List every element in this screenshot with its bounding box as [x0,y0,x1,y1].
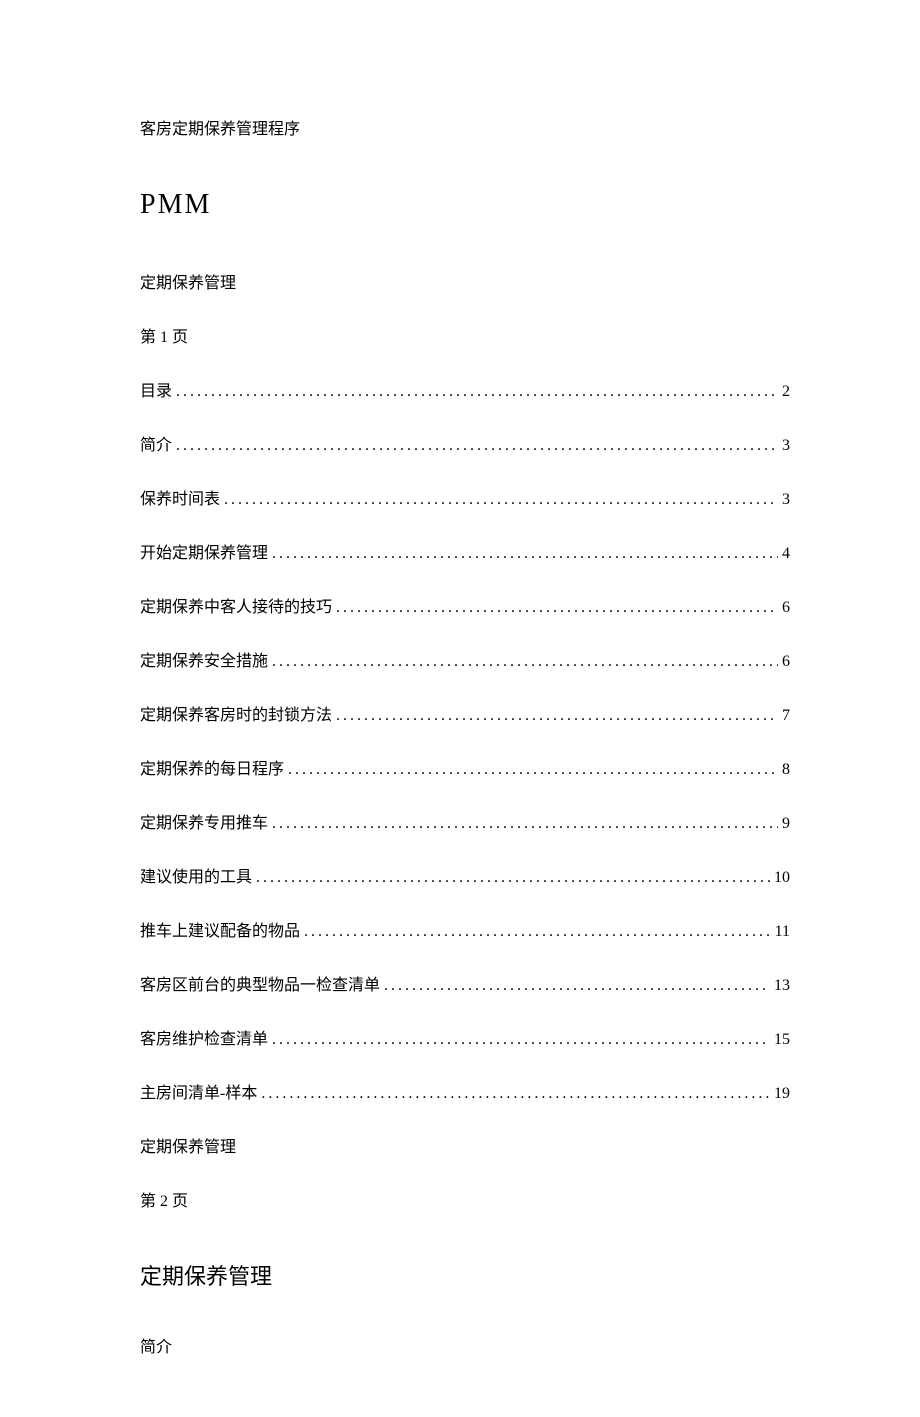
toc-entry: 目录 2 [140,377,790,401]
toc-title: 定期保养中客人接待的技巧 [140,593,332,617]
toc-entry: 定期保养中客人接待的技巧 6 [140,593,790,617]
toc-leader [272,653,778,671]
toc-leader [224,491,778,509]
toc-entry: 保养时间表 3 [140,485,790,509]
toc-page: 8 [782,761,790,779]
toc-entry: 定期保养专用推车 9 [140,809,790,833]
toc-entry: 客房维护检查清单 15 [140,1025,790,1049]
toc-leader [272,1031,770,1049]
toc-page: 2 [782,383,790,401]
toc-page: 3 [782,437,790,455]
pmm-code: PMM [140,189,790,221]
toc-leader [176,383,778,401]
toc-page: 3 [782,491,790,509]
toc-title: 简介 [140,431,172,455]
toc-entry: 定期保养的每日程序 8 [140,755,790,779]
toc-title: 定期保养安全措施 [140,647,268,671]
toc-entry: 建议使用的工具 10 [140,863,790,887]
toc-leader [256,869,770,887]
toc-leader [272,545,778,563]
toc-title: 客房维护检查清单 [140,1025,268,1049]
toc-title: 客房区前台的典型物品一检查清单 [140,971,380,995]
toc-leader [261,1085,770,1103]
table-of-contents: 目录 2 简介 3 保养时间表 3 开始定期保养管理 4 定期保养中客人接待的技… [140,377,790,1103]
toc-title: 定期保养专用推车 [140,809,268,833]
toc-leader [272,815,778,833]
page-label-2: 第 2 页 [140,1187,790,1211]
toc-page: 6 [782,599,790,617]
toc-title: 定期保养的每日程序 [140,755,284,779]
toc-title: 主房间清单-样本 [140,1079,257,1103]
toc-title: 保养时间表 [140,485,220,509]
toc-page: 9 [782,815,790,833]
toc-entry: 推车上建议配备的物品 11 [140,917,790,941]
toc-leader [336,707,778,725]
toc-entry: 定期保养安全措施 6 [140,647,790,671]
toc-leader [336,599,778,617]
toc-entry: 定期保养客房时的封锁方法 7 [140,701,790,725]
toc-leader [384,977,770,995]
toc-entry: 主房间清单-样本 19 [140,1079,790,1103]
toc-title: 定期保养客房时的封锁方法 [140,701,332,725]
toc-page: 13 [774,977,790,995]
section-label-2: 定期保养管理 [140,1133,790,1157]
toc-page: 11 [775,923,790,941]
toc-page: 4 [782,545,790,563]
toc-page: 10 [774,869,790,887]
toc-page: 15 [774,1031,790,1049]
toc-title: 建议使用的工具 [140,863,252,887]
toc-entry: 客房区前台的典型物品一检查清单 13 [140,971,790,995]
main-heading: 定期保养管理 [140,1259,790,1291]
toc-page: 6 [782,653,790,671]
page-label-1: 第 1 页 [140,323,790,347]
toc-entry: 简介 3 [140,431,790,455]
toc-leader [176,437,778,455]
toc-page: 19 [774,1085,790,1103]
toc-page: 7 [782,707,790,725]
toc-leader [288,761,778,779]
toc-title: 开始定期保养管理 [140,539,268,563]
toc-title: 推车上建议配备的物品 [140,917,300,941]
document-header: 客房定期保养管理程序 [140,115,790,139]
toc-title: 目录 [140,377,172,401]
section-label-1: 定期保养管理 [140,269,790,293]
intro-label: 简介 [140,1333,790,1357]
toc-leader [304,923,771,941]
toc-entry: 开始定期保养管理 4 [140,539,790,563]
